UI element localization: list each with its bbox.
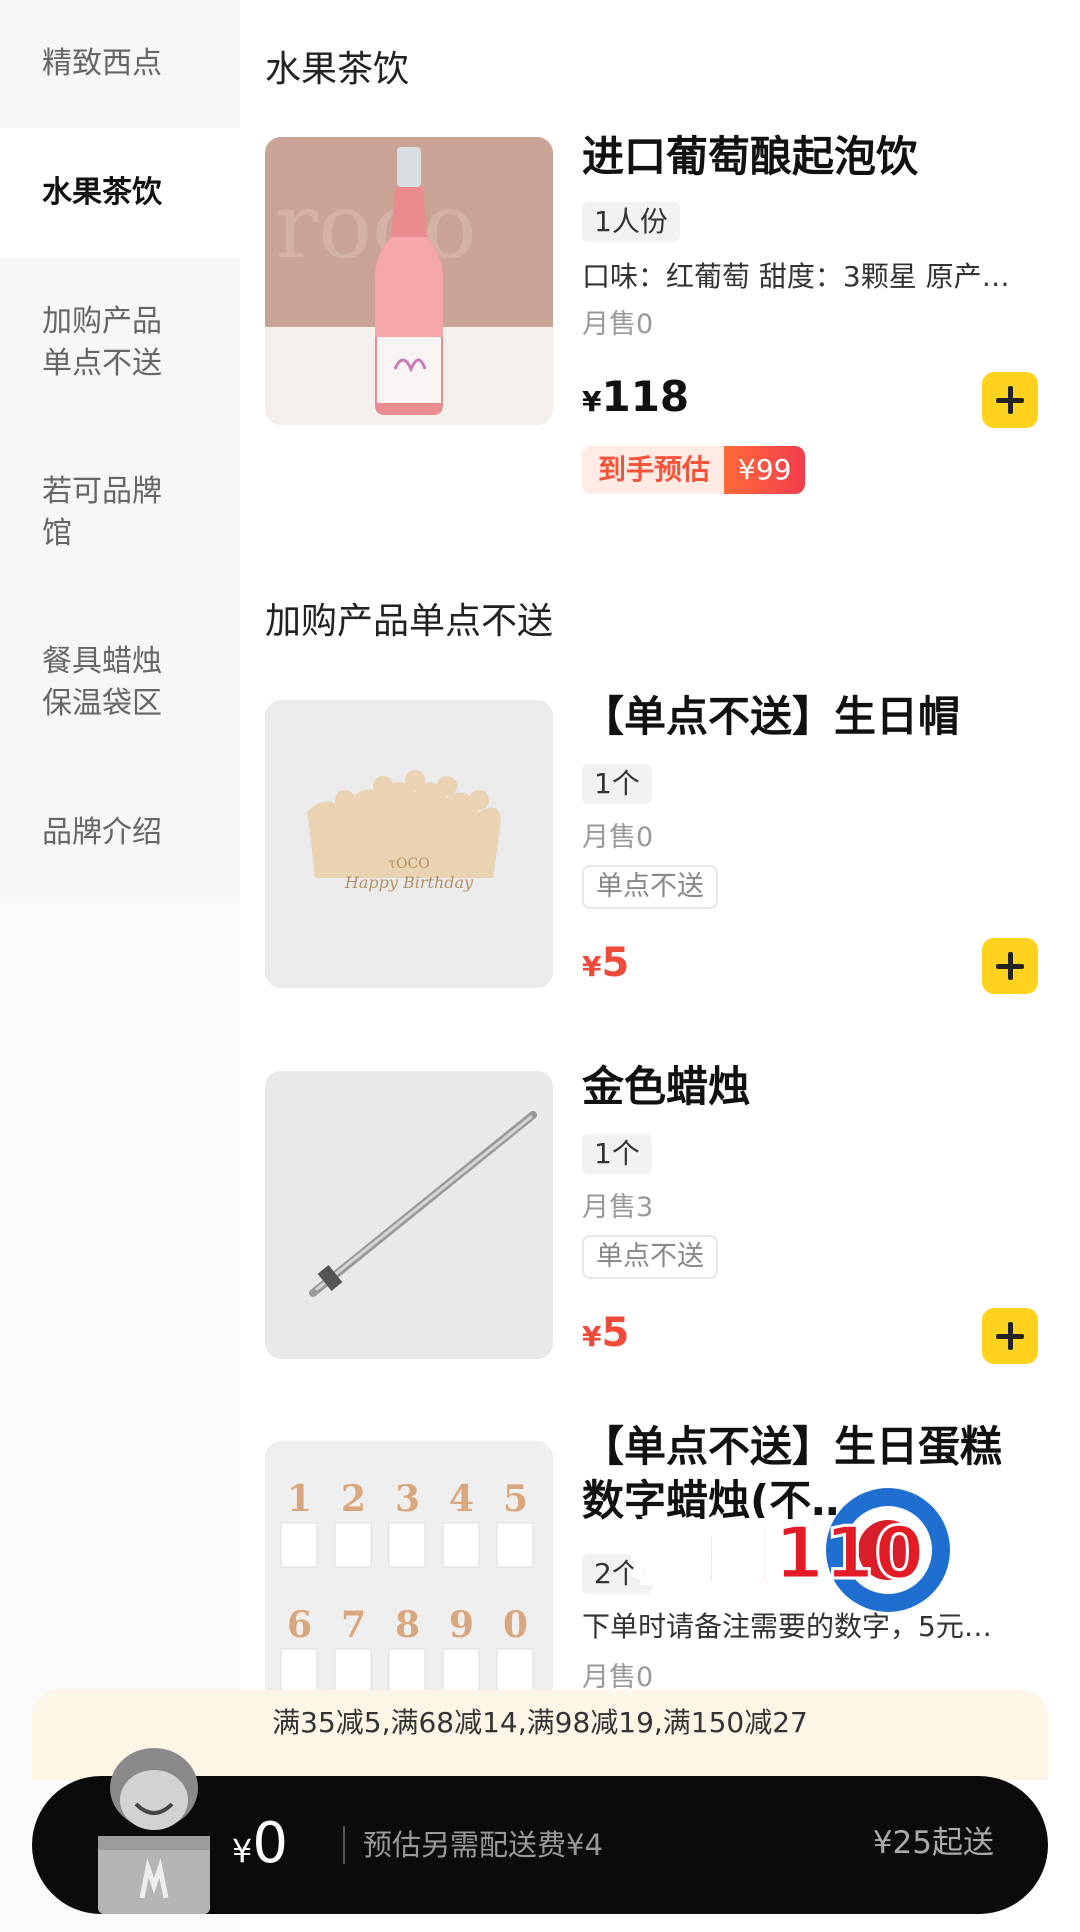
product-sales: 月售0: [582, 822, 654, 853]
section-title-addons: 加购产品单点不送: [265, 601, 554, 642]
add-to-cart-button[interactable]: [982, 1308, 1038, 1364]
delivery-mascot-icon[interactable]: [84, 1738, 224, 1918]
digit-candle: 5: [503, 1478, 528, 1520]
estimated-price-tag: 到手预估 ¥99: [582, 446, 806, 494]
product-name[interactable]: 金色蜡烛: [582, 1060, 1022, 1114]
sidebar-item-fruit-tea[interactable]: 水果茶饮: [0, 128, 240, 258]
hat-birthday-text: Happy Birthday: [344, 873, 474, 892]
delivery-fee-text: 预估另需配送费¥4: [363, 1828, 603, 1862]
product-image-golden-candle[interactable]: [265, 1071, 553, 1359]
product-name[interactable]: 进口葡萄酿起泡饮: [582, 130, 1022, 184]
sidebar-item-label: 精致西点: [42, 46, 162, 81]
plus-icon: [996, 952, 1024, 980]
add-to-cart-button[interactable]: [982, 938, 1038, 994]
product-name[interactable]: 【单点不送】生日帽: [582, 690, 1022, 744]
discount-text: 满35减5,满68减14,满98减19,满150减27: [272, 1706, 808, 1739]
product-price: ¥118: [582, 372, 690, 421]
digit-candle: 6: [287, 1604, 312, 1646]
digit-candle: 4: [449, 1478, 474, 1520]
sidebar-item-addons[interactable]: 加购产品 单点不送: [0, 258, 240, 428]
hat-brand-text: τOCO: [388, 856, 429, 872]
news110-logo-icon: 新闻110 NEWS 110: [629, 1488, 950, 1615]
sidebar-item-label: 加购产品 单点不送: [42, 304, 162, 381]
crown-illustration: τOCO Happy Birthday: [307, 770, 501, 892]
digit-candle: 2: [341, 1478, 366, 1520]
plus-icon: [996, 1322, 1024, 1350]
digit-candle: 9: [449, 1604, 474, 1646]
bottle-illustration: roco: [265, 137, 553, 425]
digit-candle: 1: [287, 1478, 312, 1520]
sidebar-item-brand-intro[interactable]: 品牌介绍: [0, 768, 240, 898]
news110-watermark-logo: 新闻110 NEWS 110: [620, 1460, 980, 1630]
sidebar-item-label: 若可品牌 馆: [42, 474, 162, 551]
cart-divider: [343, 1826, 345, 1864]
product-sales: 月售0: [582, 1662, 654, 1693]
minimum-order-text[interactable]: ¥25起送: [873, 1820, 994, 1866]
sidebar-item-pastry[interactable]: 精致西点: [0, 0, 240, 128]
product-price: ¥5: [582, 1310, 630, 1356]
product-spec: 1个: [582, 1134, 652, 1174]
digit-candle: 0: [503, 1604, 528, 1646]
product-sales: 月售3: [582, 1192, 654, 1223]
digit-candle: 8: [395, 1604, 420, 1646]
product-description: 口味：红葡萄 甜度：3颗星 原产…: [582, 260, 1010, 293]
product-spec: 1个: [582, 764, 652, 804]
number-candles-illustration: 1 2 3 4 5 6 7 8 9 0: [280, 1478, 534, 1694]
sidebar-item-label: 品牌介绍: [42, 815, 162, 850]
product-price: ¥5: [582, 940, 630, 986]
product-image-number-candles[interactable]: 1 2 3 4 5 6 7 8 9 0: [265, 1441, 553, 1701]
no-single-delivery-tag: 单点不送: [582, 1235, 718, 1279]
no-single-delivery-tag: 单点不送: [582, 865, 718, 909]
product-image-sparkling-drink[interactable]: roco: [265, 137, 553, 425]
sidebar-item-roco-brand[interactable]: 若可品牌 馆: [0, 428, 240, 598]
cart-total: ¥0: [232, 1811, 288, 1876]
plus-icon: [996, 386, 1024, 414]
sidebar-item-label: 餐具蜡烛 保温袋区: [42, 644, 162, 721]
svg-text:roco: roco: [275, 174, 477, 279]
section-title-fruit-tea: 水果茶饮: [265, 49, 410, 90]
product-spec: 1人份: [582, 202, 680, 242]
sidebar-item-tableware[interactable]: 餐具蜡烛 保温袋区: [0, 598, 240, 768]
add-to-cart-button[interactable]: [982, 372, 1038, 428]
product-image-birthday-hat[interactable]: τOCO Happy Birthday: [265, 700, 553, 988]
watermark-text: 新闻110: [630, 1511, 924, 1595]
mascot-illustration: [98, 1748, 210, 1914]
watermark-subtext: NEWS 110: [740, 1594, 844, 1615]
digit-candle: 3: [395, 1478, 420, 1520]
sidebar-item-label: 水果茶饮: [42, 175, 162, 210]
category-sidebar: 精致西点 水果茶饮 加购产品 单点不送 若可品牌 馆 餐具蜡烛 保温袋区 品牌介…: [0, 0, 240, 1932]
product-sales: 月售0: [582, 309, 654, 340]
candle-illustration: [309, 1111, 537, 1297]
digit-candle: 7: [341, 1604, 366, 1646]
